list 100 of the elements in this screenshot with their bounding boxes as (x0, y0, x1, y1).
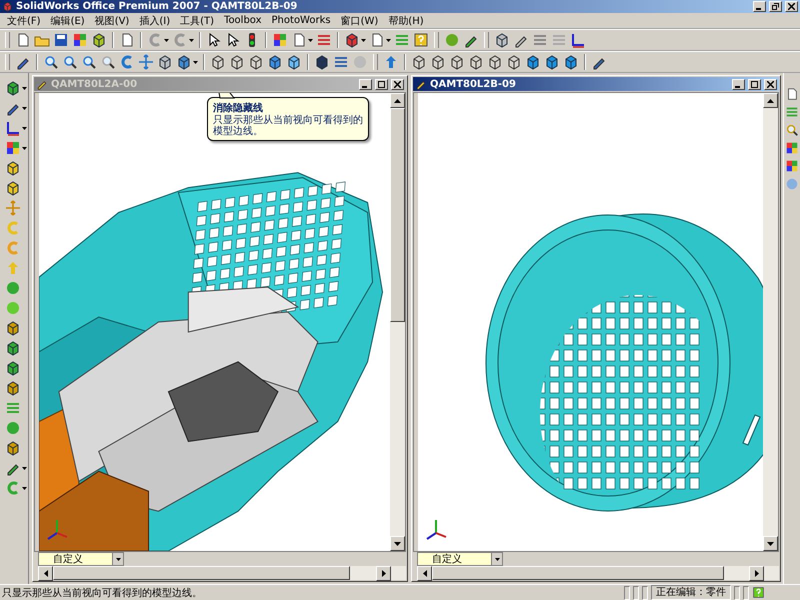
caret-icon (164, 38, 169, 42)
caret-icon (22, 486, 27, 490)
maximize-button[interactable] (375, 78, 388, 90)
pan-icon (138, 54, 154, 70)
caret-icon (308, 38, 313, 42)
scroll-thumb[interactable] (432, 566, 724, 580)
toolbar-button[interactable] (52, 31, 70, 49)
toolbar-button[interactable] (569, 31, 587, 49)
menu-item[interactable]: 工具(T) (175, 14, 220, 28)
menu-item[interactable]: 帮助(H) (383, 14, 429, 28)
scroll-right-button[interactable] (749, 566, 764, 581)
restore-button[interactable] (769, 1, 782, 12)
tooltip-text: 只显示那些从当前视向可看得到的模型边线。 (213, 115, 363, 137)
caret-icon (386, 38, 391, 42)
menu-item[interactable]: 插入(I) (134, 14, 176, 28)
scroll-right-button[interactable] (376, 566, 391, 581)
left-arrow-icon (44, 570, 48, 577)
zoom-fit-icon (43, 54, 59, 70)
view-cube-icon (411, 54, 427, 70)
vertical-scrollbar[interactable] (390, 93, 405, 551)
menu-item[interactable]: 文件(F) (2, 14, 46, 28)
view-dropdown[interactable]: 自定义 (417, 552, 503, 566)
horizontal-scrollbar[interactable] (417, 566, 779, 580)
help-icon (413, 32, 429, 48)
close-icon (767, 80, 774, 88)
list-icon (394, 32, 410, 48)
sphere-icon (352, 54, 368, 70)
view-cube-icon (449, 54, 465, 70)
toolbar-button[interactable] (412, 31, 430, 49)
menu-item[interactable]: 窗口(W) (336, 14, 384, 28)
scroll-down-button[interactable] (390, 536, 405, 551)
cube-icon (494, 32, 510, 48)
cube-icon (157, 54, 173, 70)
scroll-up-button[interactable] (390, 93, 405, 108)
vertical-scrollbar[interactable] (763, 93, 778, 551)
scroll-thumb[interactable] (53, 566, 350, 580)
right-arrow-icon (754, 570, 758, 577)
shaded-cube-icon (267, 54, 283, 70)
menu-item[interactable]: Toolbox (219, 15, 267, 26)
zoom-icon (100, 54, 116, 70)
caret-icon (193, 60, 198, 64)
scroll-left-button[interactable] (38, 566, 53, 581)
lines-icon (532, 32, 548, 48)
menu-item[interactable]: 编辑(E) (46, 14, 90, 28)
close-button[interactable] (764, 78, 777, 90)
close-button[interactable] (391, 78, 404, 90)
cube-icon (91, 32, 107, 48)
cube-icon (176, 54, 192, 70)
close-icon (394, 80, 401, 88)
document-title: QAMT80L2A-00 (51, 78, 138, 90)
caret-icon (22, 126, 27, 130)
help-icon (752, 586, 765, 599)
view-cube-icon (525, 54, 541, 70)
caret-icon (22, 86, 27, 90)
left-arrow-icon (422, 570, 426, 577)
color-grid-icon (272, 32, 288, 48)
view-cube-icon (563, 54, 579, 70)
editing-status: 正在编辑：零件 (651, 585, 731, 600)
menu-item[interactable]: 视图(V) (90, 14, 134, 28)
view-cube-icon (506, 54, 522, 70)
scroll-thumb[interactable] (390, 108, 405, 322)
shaded-cube-icon (286, 54, 302, 70)
view-cube-icon (487, 54, 503, 70)
toolbar-button[interactable] (4, 119, 28, 137)
scroll-up-button[interactable] (763, 93, 778, 108)
menu-item[interactable]: PhotoWorks (266, 15, 336, 26)
right-arrow-icon (382, 570, 386, 577)
minimize-button[interactable] (732, 78, 745, 90)
cube-icon (314, 54, 330, 70)
view-cube-icon (544, 54, 560, 70)
tooltip-title: 消除隐藏线 (213, 102, 264, 114)
down-arrow-icon (767, 542, 774, 546)
view-cube-icon (430, 54, 446, 70)
redo-icon (172, 32, 188, 48)
horizontal-scrollbar[interactable] (38, 566, 406, 580)
document-title: QAMT80L2B-09 (430, 78, 517, 90)
caret-icon (116, 558, 120, 560)
scroll-left-button[interactable] (417, 566, 432, 581)
zoom-area-icon (62, 54, 78, 70)
undo-icon (147, 32, 163, 48)
minimize-button[interactable] (359, 78, 372, 90)
zoom-in-icon (81, 54, 97, 70)
down-arrow-icon (394, 542, 401, 546)
maximize-button[interactable] (748, 78, 761, 90)
caret-icon (22, 146, 27, 150)
up-arrow-icon (767, 98, 774, 102)
search-icon (785, 123, 799, 137)
minimize-button[interactable] (753, 1, 766, 12)
wireframe-cube-icon (248, 54, 264, 70)
view-dropdown[interactable]: 自定义 (38, 552, 124, 566)
maximize-icon (751, 80, 758, 88)
close-button[interactable] (785, 1, 798, 12)
app-icon (2, 1, 13, 12)
grid-icon (5, 140, 21, 156)
rotate-icon (119, 54, 135, 70)
close-icon (788, 3, 795, 10)
caret-icon (494, 558, 500, 560)
caret-icon (22, 466, 27, 470)
scroll-down-button[interactable] (763, 536, 778, 551)
maximize-icon (378, 80, 385, 88)
